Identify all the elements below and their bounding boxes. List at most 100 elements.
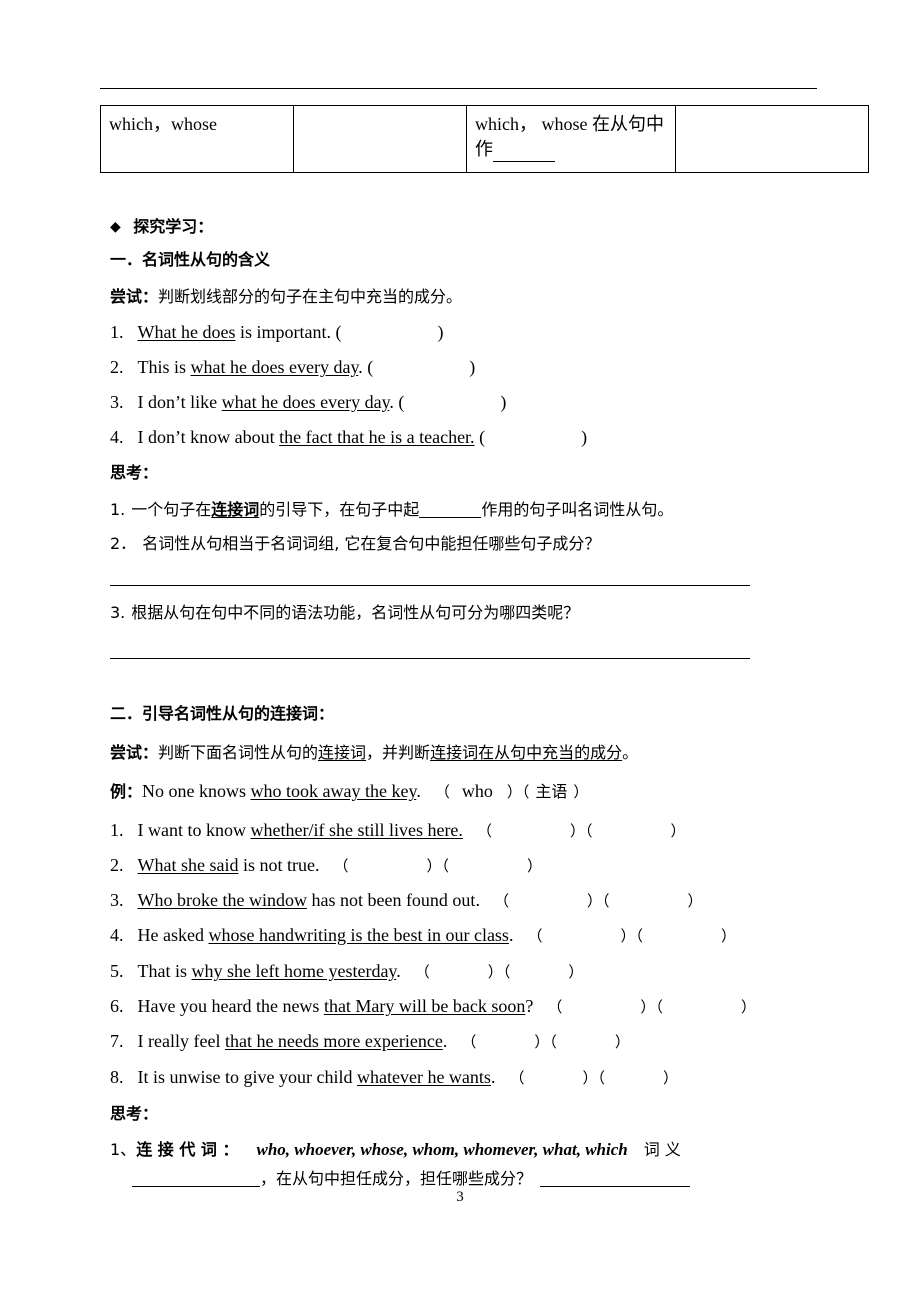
think-item-connecting-pronouns: 1、连 接 代 词 ： who, whoever, whose, whom, wh… [110, 1141, 681, 1159]
item-number: 8. [110, 1067, 124, 1087]
item-pre: He asked [137, 925, 209, 945]
item-close-paren[interactable]: ) [500, 392, 506, 412]
item-number: 1. [110, 322, 124, 342]
pronoun-words: who, whoever, whose, whom, whomever, wha… [256, 1140, 628, 1159]
try-pre: 判断下面名词性从句的 [158, 743, 319, 762]
item-pre: I don’t know about [137, 427, 280, 447]
item-number: 3. [110, 392, 124, 412]
item-post: . [396, 961, 401, 981]
section-one-try: 尝试：判断划线部分的句子在主句中充当的成分。 [110, 288, 462, 306]
fill-in-blank[interactable] [493, 142, 555, 162]
example-pre: No one knows [142, 781, 251, 801]
item-post: has not been found out. [306, 890, 480, 910]
list-item: 7. I really feel that he needs more exper… [110, 1032, 630, 1051]
answer-line[interactable] [110, 585, 750, 586]
item-close-paren[interactable]: ) [437, 322, 443, 342]
paren-open-1: （ [509, 1069, 525, 1087]
paren-open-2: （ [635, 927, 643, 945]
item-number: 3. [110, 603, 126, 622]
item-number: 6. [110, 996, 124, 1016]
item-close-paren[interactable]: ) [581, 427, 587, 447]
think-part-a: 一个句子在 [131, 499, 212, 519]
example-paren-open-2: （ [521, 783, 530, 801]
try-text: 判断划线部分的句子在主句中充当的成分。 [158, 287, 463, 306]
item-number: 4. [110, 925, 124, 945]
example-paren-close-2: ） [573, 783, 589, 801]
paren-close-1[interactable]: ） [426, 857, 441, 875]
paren-open-1: （ [414, 963, 430, 981]
paren-open-2: （ [549, 1033, 557, 1051]
paren-close-2[interactable]: ） [527, 857, 542, 875]
list-item: 1. What he does is important. () [110, 323, 443, 342]
item-underlined: whatever he wants [356, 1067, 491, 1087]
section-two-think-label: 思考： [110, 1105, 158, 1123]
think-keyword: 连接词 [211, 499, 260, 519]
list-item: 2. What she said is not true. （）（） [110, 856, 542, 875]
item-underlined: the fact that he is a teacher. [279, 427, 475, 447]
paren-close-1[interactable]: ） [570, 822, 585, 840]
paren-open-1: （ [333, 857, 349, 875]
try-end: 。 [622, 743, 639, 762]
try-label: 尝试： [110, 287, 159, 306]
list-item: 4. I don’t know about the fact that he is… [110, 428, 587, 447]
paren-close-1[interactable]: ） [488, 963, 503, 981]
think-text: 根据从句在句中不同的语法功能，名词性从句可分为哪四类呢？ [131, 603, 580, 622]
list-item: 3. Who broke the window has not been foun… [110, 891, 703, 910]
item-number: 7. [110, 1031, 124, 1051]
paren-close-2[interactable]: ） [670, 822, 685, 840]
list-item: 3. I don’t like what he does every day. (… [110, 393, 506, 412]
explore-heading: ◆ 探究学习： [110, 218, 213, 236]
paren-close-2[interactable]: ） [687, 892, 702, 910]
fill-in-blank-1[interactable] [132, 1168, 260, 1188]
item-post: . [490, 1067, 496, 1087]
list-item: 1. I want to know whether/if she still li… [110, 821, 686, 840]
item-underlined: whose handwriting is the best in our cla… [208, 925, 509, 945]
item-pre: Have you heard the news [137, 996, 324, 1016]
item-number: 1、 [110, 1140, 137, 1159]
paren-close-1[interactable]: ） [620, 927, 635, 945]
paren-close-2[interactable]: ） [741, 998, 756, 1016]
grammar-table: which，whose which， whose 在从句中作 [100, 105, 869, 173]
section-one-think-label: 思考： [110, 464, 158, 482]
paren-close-2[interactable]: ） [568, 963, 583, 981]
list-item: 2. This is what he does every day. () [110, 358, 475, 377]
item-number: 2. [110, 855, 124, 875]
item-post: . [508, 925, 514, 945]
paren-open-1: （ [493, 892, 509, 910]
pronoun-label: 连 接 代 词 ： [136, 1140, 239, 1159]
item-underlined: what he does every day [190, 357, 359, 377]
item-number: 2． [110, 534, 137, 553]
item-pre: This is [137, 357, 191, 377]
paren-close-2[interactable]: ） [615, 1033, 630, 1051]
item-number: 1. [110, 499, 126, 519]
item-pre: I really feel [137, 1031, 225, 1051]
table-cell-relatives: which，whose [100, 105, 294, 173]
paren-close-2[interactable]: ） [663, 1069, 678, 1087]
table-cell-function: which， whose 在从句中作 [466, 105, 676, 173]
think-item-2: 2． 名词性从句相当于名词词组, 它在复合句中能担任哪些句子成分？ [110, 535, 600, 553]
think-item-1: 1. 一个句子在连接词的引导下，在句子中起 作用的句子叫名词性从句。 [110, 499, 673, 519]
fill-in-blank[interactable] [419, 499, 482, 519]
page-number: 3 [456, 1189, 464, 1205]
paren-close-1[interactable]: ） [534, 1033, 549, 1051]
paren-open-1: （ [527, 927, 543, 945]
paren-close-1[interactable]: ） [582, 1069, 597, 1087]
paren-open-2: （ [441, 857, 450, 875]
item-post: ( [474, 427, 486, 447]
fill-in-blank-2[interactable] [540, 1168, 691, 1188]
item-number: 1. [110, 820, 124, 840]
list-item: 6. Have you heard the news that Mary will… [110, 997, 756, 1016]
example-label: 例： [110, 782, 143, 801]
paren-close-2[interactable]: ） [721, 927, 736, 945]
try-underline-2: 连接词在从句中充当的成分 [430, 743, 623, 762]
item-close-paren[interactable]: ) [469, 357, 475, 377]
item-number: 2. [110, 357, 124, 377]
item-number: 3. [110, 890, 124, 910]
paren-open-2: （ [601, 892, 610, 910]
answer-line[interactable] [110, 658, 750, 659]
paren-close-1[interactable]: ） [587, 892, 602, 910]
section-two-heading-text: 二．引导名词性从句的连接词： [110, 704, 335, 723]
think-label: 思考： [110, 1104, 159, 1123]
item-number: 4. [110, 427, 124, 447]
paren-close-1[interactable]: ） [640, 998, 655, 1016]
